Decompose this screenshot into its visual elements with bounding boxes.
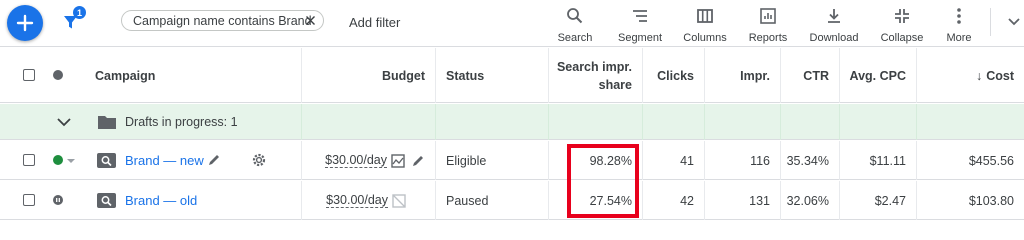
column-divider	[704, 104, 705, 140]
cost-cell: $103.80	[916, 181, 1024, 220]
status-cell: Eligible	[435, 141, 548, 180]
search-tool-label: Search	[557, 32, 593, 44]
toolbar-divider	[990, 8, 991, 36]
table-row: Brand — new $30.00/day Eligible 98.28% 4…	[0, 141, 1024, 180]
download-tool-button[interactable]: Download	[806, 4, 862, 44]
sort-descending-icon: ↓	[975, 68, 983, 83]
columns-tool-label: Columns	[683, 32, 727, 44]
status-dot-enabled[interactable]	[53, 155, 63, 165]
more-tool-button[interactable]: More	[944, 4, 974, 44]
reports-tool-label: Reports	[748, 32, 788, 44]
more-vert-icon	[957, 8, 961, 24]
filter-chip[interactable]: Campaign name contains Brand	[121, 10, 324, 31]
filter-chip-label: Campaign name contains Brand	[133, 13, 312, 28]
status-dot-paused[interactable]	[53, 195, 63, 205]
collapse-icon	[895, 9, 909, 23]
clicks-cell: 42	[642, 181, 704, 220]
add-filter-button[interactable]: Add filter	[349, 15, 400, 30]
column-divider	[642, 104, 643, 140]
search-campaign-icon	[97, 153, 116, 168]
header-avg-cpc[interactable]: Avg. CPC	[839, 48, 916, 103]
segment-tool-button[interactable]: Segment	[614, 4, 666, 44]
impr-cell: 131	[704, 181, 780, 220]
avg-cpc-cell: $11.11	[839, 141, 916, 180]
edit-pencil-icon[interactable]	[207, 153, 221, 167]
column-divider	[548, 104, 549, 140]
column-divider	[916, 104, 917, 140]
header-search-impr-share[interactable]: Search impr. share	[548, 48, 642, 103]
chevron-down-icon[interactable]	[1004, 14, 1024, 30]
budget-chart-icon[interactable]	[391, 153, 405, 168]
campaign-link[interactable]: Brand — old	[125, 193, 197, 208]
segment-tool-label: Segment	[617, 32, 663, 44]
folder-icon	[98, 116, 116, 129]
chevron-down-icon[interactable]	[56, 115, 72, 129]
table-row: Brand — old $30.00/day Paused 27.54% 42 …	[0, 181, 1024, 220]
column-divider	[839, 104, 840, 140]
clicks-cell: 41	[642, 141, 704, 180]
drafts-label: Drafts in progress: 1	[125, 115, 238, 129]
header-cost-label: Cost	[986, 68, 1014, 83]
ctr-cell: 32.06%	[780, 181, 839, 220]
header-clicks[interactable]: Clicks	[642, 48, 704, 103]
search-campaign-icon	[97, 193, 116, 208]
highlight-box	[567, 144, 639, 218]
campaign-link[interactable]: Brand — new	[125, 153, 204, 168]
header-cost[interactable]: ↓ Cost	[916, 48, 1024, 103]
gear-icon[interactable]	[251, 152, 267, 168]
budget-chart-disabled-icon	[392, 193, 406, 208]
more-tool-label: More	[946, 32, 972, 44]
close-icon[interactable]	[304, 14, 317, 27]
header-status[interactable]: Status	[435, 48, 548, 103]
create-button[interactable]	[7, 5, 43, 41]
column-divider	[780, 104, 781, 140]
columns-icon	[697, 9, 713, 23]
header-campaign[interactable]: Campaign	[85, 48, 301, 103]
toolbar: 1 Campaign name contains Brand Add filte…	[0, 0, 1024, 47]
table-header-row: Campaign Budget Status Search impr. shar…	[0, 48, 1024, 103]
avg-cpc-cell: $2.47	[839, 181, 916, 220]
header-budget[interactable]: Budget	[301, 48, 435, 103]
pause-icon	[56, 198, 60, 202]
impr-cell: 116	[704, 141, 780, 180]
search-tool-button[interactable]: Search	[556, 4, 594, 44]
edit-pencil-icon[interactable]	[411, 154, 425, 168]
budget-value[interactable]: $30.00/day	[325, 153, 387, 168]
header-ctr[interactable]: CTR	[780, 48, 839, 103]
ctr-cell: 35.34%	[780, 141, 839, 180]
budget-cell: $30.00/day	[301, 141, 435, 180]
search-icon	[567, 8, 583, 24]
columns-tool-button[interactable]: Columns	[681, 4, 729, 44]
download-tool-label: Download	[809, 32, 859, 44]
select-all-checkbox[interactable]	[23, 69, 35, 81]
cost-cell: $455.56	[916, 141, 1024, 180]
status-cell: Paused	[435, 181, 548, 220]
download-icon	[828, 9, 840, 23]
filter-count-badge: 1	[73, 6, 86, 19]
segment-icon	[633, 10, 647, 22]
header-impr[interactable]: Impr.	[704, 48, 780, 103]
status-dot-header	[53, 70, 63, 80]
collapse-tool-label: Collapse	[880, 32, 924, 44]
collapse-tool-button[interactable]: Collapse	[879, 4, 925, 44]
column-divider	[435, 104, 436, 140]
budget-value[interactable]: $30.00/day	[326, 193, 388, 208]
budget-cell: $30.00/day	[301, 181, 435, 220]
reports-tool-button[interactable]: Reports	[746, 4, 790, 44]
row-checkbox[interactable]	[23, 154, 35, 166]
reports-icon	[760, 8, 776, 24]
header-search-impr-share-line2: share	[598, 77, 632, 92]
row-checkbox[interactable]	[23, 194, 35, 206]
header-search-impr-share-line1: Search impr.	[556, 59, 632, 74]
column-divider	[301, 104, 302, 140]
drafts-row[interactable]: Drafts in progress: 1	[0, 104, 1024, 140]
caret-down-icon[interactable]	[66, 157, 76, 165]
plus-icon	[16, 14, 34, 32]
